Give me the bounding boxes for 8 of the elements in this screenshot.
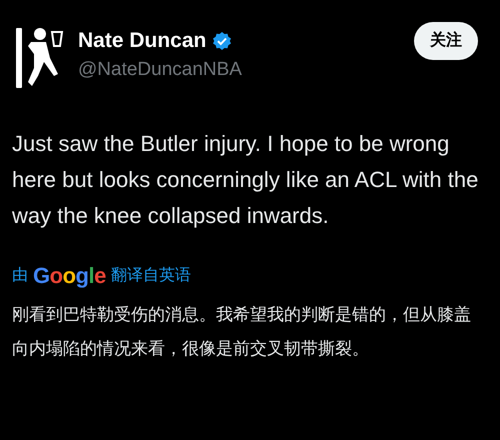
author-name[interactable]: Nate Duncan (78, 28, 206, 54)
translation-text: 刚看到巴特勒受伤的消息。我希望我的判断是错的，但从膝盖向内塌陷的情况来看，很像是前交叉韧带撕裂。 (12, 304, 472, 360)
google-logo[interactable]: Google (33, 264, 106, 288)
author-handle[interactable]: @NateDuncanNBA (78, 58, 414, 82)
follow-button[interactable]: 关注 (414, 22, 478, 60)
tweet-text: Just saw the Butler injury. I hope to be wrong here but looks concerningly like an ACL with the way the knee collapsed inwards. (12, 130, 480, 230)
translated-by-label: 由 (12, 266, 28, 286)
translated-from-link[interactable]: 翻译自英语 (110, 264, 191, 288)
